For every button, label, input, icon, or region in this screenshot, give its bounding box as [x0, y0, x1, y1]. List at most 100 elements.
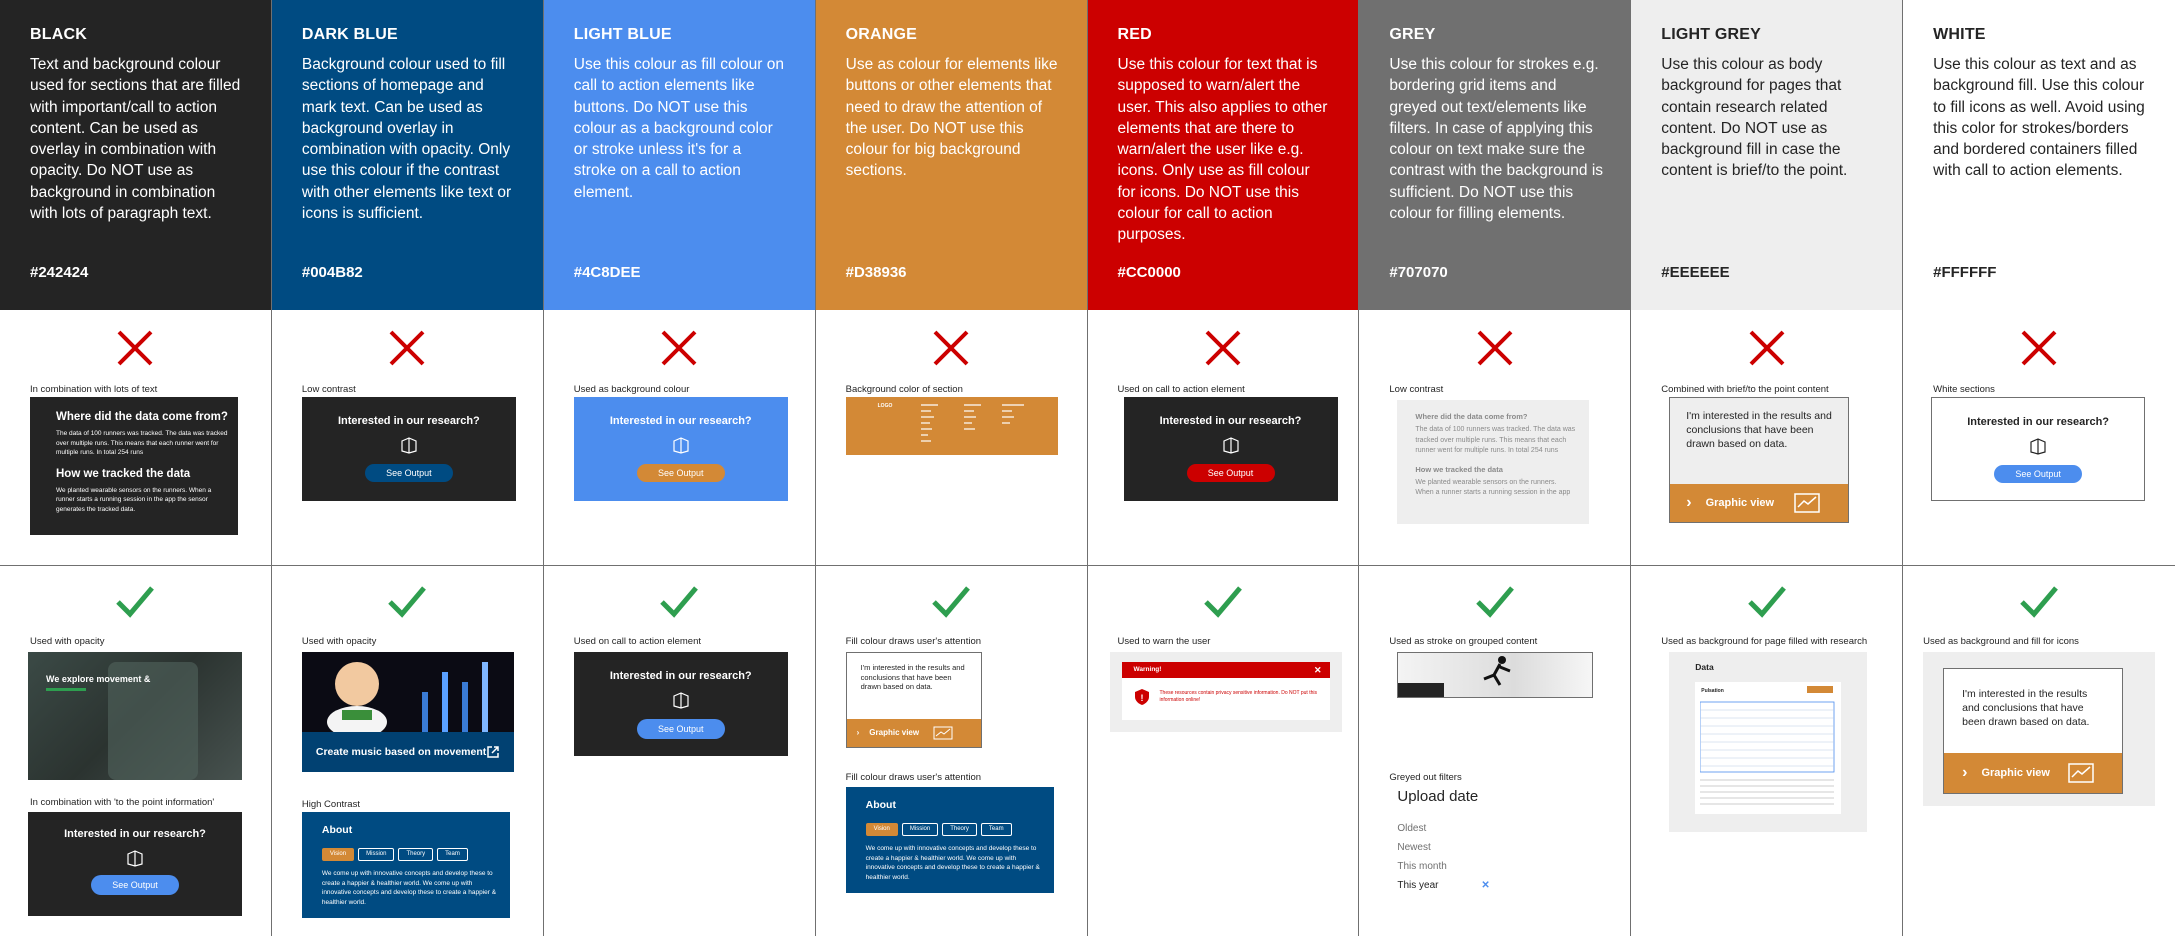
tab-mission[interactable]: Mission — [358, 848, 395, 861]
chevron-right-icon: › — [1962, 764, 1968, 781]
orange-footer-section: LOGO — [845, 397, 1058, 455]
header-black: BLACK Text and background colour used fo… — [0, 0, 271, 310]
about-card: About Vision Mission Theory Team We come up… — [301, 812, 510, 918]
graphic-view-button[interactable]: › Graphic view — [1944, 753, 2123, 793]
filter-option-newest[interactable]: Newest — [1397, 838, 1446, 857]
check-icon — [388, 586, 427, 618]
color-description: Use this colour as text and as backgroun… — [1933, 56, 2145, 180]
book-icon — [1222, 437, 1239, 454]
color-hex: #707070 — [1389, 264, 1448, 281]
filter-option-oldest[interactable]: Oldest — [1397, 819, 1446, 838]
brief-card: I'm interested in the results and conclu… — [1943, 668, 2124, 794]
progress-line — [46, 688, 86, 691]
data-table-title: Pulsation — [1701, 688, 1724, 694]
column-orange: ORANGE Use as colour for elements like b… — [815, 0, 1088, 936]
do-example: Used with opacity Create music based on … — [272, 566, 543, 936]
do-example: Used to warn the user Warning! ✕ ! These… — [1088, 566, 1359, 936]
book-icon — [673, 437, 689, 454]
column-white: WHITE Use this colour as text and as bac… — [1903, 0, 2175, 936]
tab-theory[interactable]: Theory — [398, 848, 434, 861]
cta-question: Interested in our research? — [1159, 415, 1302, 427]
tab-vision[interactable]: Vision — [321, 848, 355, 861]
brief-text: I'm interested in the results and conclu… — [1686, 410, 1832, 450]
graphic-view-label: Graphic view — [1981, 767, 2050, 779]
brief-card: I'm interested in the results and conclu… — [1669, 397, 1850, 523]
header-orange: ORANGE Use as colour for elements like b… — [815, 0, 1087, 310]
header-lightgrey: LIGHT GREY Use this colour as body backg… — [1631, 0, 1903, 310]
cta-question: Interested in our research? — [64, 828, 206, 840]
column-lightblue: LIGHT BLUE Use this colour as fill colou… — [543, 0, 816, 936]
see-output-button[interactable]: See Output — [364, 464, 453, 482]
cta-question: Interested in our research? — [609, 415, 752, 427]
data-table-card: Pulsation — [1695, 682, 1842, 814]
warning-dialog-backdrop: Warning! ✕ ! These resources contain pri… — [1109, 652, 1342, 732]
dont-caption: In combination with lots of text — [30, 384, 158, 395]
see-output-button[interactable]: See Output — [1186, 464, 1275, 482]
chevron-right-icon: › — [1686, 494, 1692, 511]
color-name: WHITE — [1933, 26, 1986, 43]
close-icon[interactable]: ✕ — [1314, 662, 1322, 678]
filter-option-this-year[interactable]: This year ✕ — [1397, 876, 1489, 895]
runner-silhouette — [1483, 656, 1511, 686]
music-image-card[interactable]: Create music based on movement — [301, 652, 514, 772]
warning-shield-icon: ! — [1134, 689, 1149, 705]
text-heavy-card: Where did the data come from? The data o… — [30, 397, 238, 535]
cross-icon — [118, 330, 153, 366]
explore-text: We explore movement & — [46, 674, 151, 684]
music-text: Create music based on movement — [315, 746, 487, 758]
tab-vision[interactable]: Vision — [865, 823, 898, 836]
dont-caption: Used on call to action element — [1117, 384, 1245, 395]
color-name: BLACK — [30, 26, 87, 43]
dont-example: Used as background colour Interested in … — [543, 310, 815, 566]
cross-icon — [1205, 330, 1241, 366]
color-name: LIGHT BLUE — [573, 26, 672, 43]
see-output-button[interactable]: See Output — [1994, 465, 2083, 483]
do-caption-2: High Contrast — [301, 799, 360, 810]
remove-filter-icon[interactable]: ✕ — [1481, 876, 1489, 895]
color-name: LIGHT GREY — [1661, 26, 1762, 43]
do-caption: Used with opacity — [30, 636, 105, 647]
about-title: About — [865, 799, 896, 811]
dont-example: Used on call to action element Intereste… — [1087, 310, 1359, 566]
cta-question: Interested in our research? — [609, 670, 752, 682]
do-caption: Used to warn the user — [1117, 636, 1211, 647]
tab-team[interactable]: Team — [980, 823, 1012, 836]
column-red: RED Use this colour for text that is sup… — [1087, 0, 1360, 936]
cross-icon — [2021, 330, 2057, 366]
do-example: Used as background and fill for icons I'… — [1903, 566, 2175, 936]
music-bars-image — [326, 662, 488, 732]
do-example: Used as background for page filled with … — [1631, 566, 1902, 936]
tab-team[interactable]: Team — [437, 848, 468, 861]
blue-background-card: Interested in our research? See Output — [573, 397, 788, 501]
tab-theory[interactable]: Theory — [942, 823, 977, 836]
table-action-button[interactable] — [1807, 686, 1834, 693]
do-caption: Used as stroke on grouped content — [1389, 636, 1538, 647]
tab-mission[interactable]: Mission — [901, 823, 939, 836]
graphic-view-label: Graphic view — [869, 728, 920, 738]
card-footer-strip — [1398, 683, 1445, 697]
do-caption-2: In combination with 'to the point inform… — [30, 797, 215, 808]
icon-fill-backdrop: I'm interested in the results and conclu… — [1923, 652, 2156, 806]
cta-question: Interested in our research? — [1967, 416, 2110, 428]
color-name: ORANGE — [845, 26, 918, 43]
book-icon — [2030, 438, 2046, 455]
column-black: BLACK Text and background colour used fo… — [0, 0, 272, 936]
header-lightblue: LIGHT BLUE Use this colour as fill colou… — [543, 0, 815, 310]
dont-example: Low contrast Interested in our research?… — [271, 310, 543, 566]
book-icon — [673, 692, 689, 709]
external-link-icon[interactable] — [486, 745, 500, 759]
graphic-view-label: Graphic view — [1705, 497, 1775, 509]
dont-caption: Background color of section — [845, 384, 963, 395]
see-output-button[interactable]: See Output — [636, 719, 725, 739]
about-card: About Vision Mission Theory Team We come up… — [845, 787, 1054, 893]
cta-card: Interested in our research? See Output — [573, 652, 788, 756]
dont-caption: White sections — [1933, 384, 1995, 395]
filter-option-this-month[interactable]: This month — [1397, 857, 1446, 876]
see-output-button[interactable]: See Output — [91, 875, 179, 895]
book-icon — [401, 437, 417, 454]
graphic-view-button[interactable]: › Graphic view — [1670, 484, 1849, 522]
see-output-button[interactable]: See Output — [636, 464, 725, 482]
graphic-view-button[interactable]: › Graphic view — [846, 719, 981, 747]
warning-header: Warning! ✕ — [1121, 662, 1330, 678]
low-contrast-text-card: Where did the data come from? The data o… — [1397, 400, 1590, 524]
